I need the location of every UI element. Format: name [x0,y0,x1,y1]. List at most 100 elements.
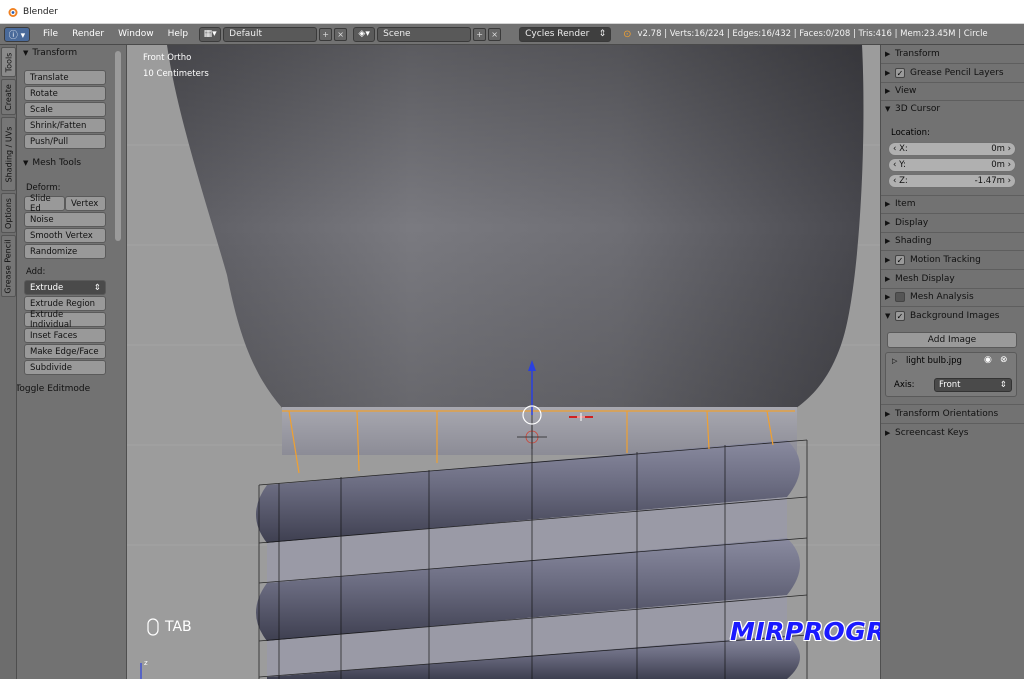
remove-scene-button[interactable]: × [488,27,502,41]
panel-shading[interactable]: ▶ Shading [885,232,1019,250]
eye-icon[interactable]: ◉ [984,355,992,365]
triangle-right-icon: ▶ [885,50,891,58]
checkbox-checked-icon[interactable]: ✓ [895,68,905,78]
viewport-scene [127,45,880,679]
blender-small-icon: ⊙ [623,28,632,40]
add-scene-button[interactable]: + [473,27,487,41]
panel-mesh-tools-header[interactable]: ▼ Mesh Tools [23,158,81,168]
push-pull-button[interactable]: Push/Pull [24,134,106,149]
panel-3d-cursor[interactable]: ▼ 3D Cursor [885,100,1019,118]
translate-button[interactable]: Translate [24,70,106,85]
panel-background-images[interactable]: ▼ ✓ Background Images [885,307,1019,325]
checkbox-checked-icon[interactable]: ✓ [895,311,905,321]
scene-icon: ◈▾ [358,29,370,39]
tool-shelf: ▼ Transform Translate Rotate Scale Shrin… [17,45,127,679]
triangle-right-icon: ▶ [885,87,891,95]
axis-select[interactable]: Front ⇕ [934,378,1012,392]
add-layout-button[interactable]: + [319,27,333,41]
background-image-entry: ▷ light bulb.jpg ◉ ⊗ Axis: Front ⇕ [885,352,1017,397]
inset-faces-button[interactable]: Inset Faces [24,328,106,343]
axis-label: Axis: [894,380,915,390]
y-value: 0m › [991,160,1011,170]
info-icon: ⓘ ▾ [8,30,26,41]
3d-viewport[interactable]: Front Ortho 10 Centimeters TAB z MIRPROG… [127,45,880,679]
toolshelf-tabs: Tools Create Shading / UVs Options Greas… [0,45,17,679]
panel-display[interactable]: ▶ Display [885,214,1019,232]
panel-item[interactable]: ▶ Item [885,195,1019,213]
tab-grease-pencil[interactable]: Grease Pencil [1,235,16,297]
triangle-down-icon: ▼ [885,312,891,320]
menu-render[interactable]: Render [65,29,111,39]
close-icon[interactable]: ⊗ [1000,355,1008,365]
svg-text:z: z [144,659,148,667]
cursor-x-field[interactable]: ‹ X: 0m › [888,142,1016,156]
mouse-icon [147,618,159,636]
chevron-updown-icon: ⇕ [598,29,607,39]
x-label: ‹ X: [893,144,908,154]
triangle-right-icon[interactable]: ▷ [892,357,897,365]
panel-mesh-analysis[interactable]: ▶ Mesh Analysis [885,288,1019,306]
menu-help[interactable]: Help [161,29,196,39]
watermark: MIRPROGRAMM.RU [730,617,880,646]
menu-window[interactable]: Window [111,29,161,39]
editor-type-button[interactable]: ⓘ ▾ [4,26,30,42]
panel-transform-header[interactable]: ▼ Transform [23,48,77,58]
checkbox-checked-icon[interactable]: ✓ [895,255,905,265]
tab-tools[interactable]: Tools [1,47,16,77]
toolshelf-scrollbar[interactable] [115,51,121,241]
scene-name: Scene [383,29,411,39]
rotate-button[interactable]: Rotate [24,86,106,101]
panel-motion-tracking[interactable]: ▶ ✓ Motion Tracking [885,251,1019,269]
tab-create[interactable]: Create [1,79,16,115]
render-engine-select[interactable]: Cycles Render ⇕ [519,26,612,42]
deform-label: Deform: [26,183,61,193]
checkbox-unchecked-icon[interactable] [895,292,905,302]
triangle-right-icon: ▶ [885,429,891,437]
panel-transform-orientations[interactable]: ▶ Transform Orientations [885,405,1019,423]
shrink-fatten-button[interactable]: Shrink/Fatten [24,118,106,133]
properties-region: ▶ Transform ▶ ✓ Grease Pencil Layers ▶ V… [880,45,1024,679]
tab-options[interactable]: Options [1,193,16,233]
randomize-button[interactable]: Randomize [24,244,106,259]
triangle-right-icon: ▶ [885,275,891,283]
menu-file[interactable]: File [36,29,65,39]
slide-edge-button[interactable]: Slide Ed [24,194,65,214]
view-name-label: Front Ortho [143,53,192,63]
panel-toggle-editmode-header[interactable]: ▼ Toggle Editmode [17,384,90,394]
layout-menu-button[interactable]: ▦▾ [199,26,222,42]
scene-menu-button[interactable]: ◈▾ [353,26,376,42]
triangle-down-icon: ▼ [23,159,29,167]
scene-field[interactable]: Scene [377,26,472,42]
info-header: ⓘ ▾ File Render Window Help ▦▾ Default +… [0,24,1024,45]
tab-shading-uvs[interactable]: Shading / UVs [1,117,16,191]
triangle-right-icon: ▶ [885,219,891,227]
triangle-right-icon: ▶ [885,237,891,245]
subdivide-button[interactable]: Subdivide [24,360,106,375]
chevron-updown-icon: ⇕ [93,282,101,293]
cursor-z-field[interactable]: ‹ Z: -1.47m › [888,174,1016,188]
panel-screencast-keys[interactable]: ▶ Screencast Keys [885,424,1019,442]
window-title: Blender [23,6,58,17]
panel-view[interactable]: ▶ View [885,82,1019,100]
layout-field[interactable]: Default [223,26,318,42]
scale-button[interactable]: Scale [24,102,106,117]
title-bar: Blender [0,0,1024,24]
panel-grease-pencil-layers[interactable]: ▶ ✓ Grease Pencil Layers [885,64,1019,82]
layout-icon: ▦▾ [203,29,217,39]
blender-logo-icon [8,7,18,17]
extrude-individual-button[interactable]: Extrude Individual [24,310,106,330]
location-label: Location: [891,128,930,138]
scene-stats: v2.78 | Verts:16/224 | Edges:16/432 | Fa… [637,29,988,39]
extrude-select[interactable]: Extrude ⇕ [24,280,106,295]
remove-layout-button[interactable]: × [334,27,348,41]
render-engine-name: Cycles Render [525,29,590,39]
smooth-vertex-button[interactable]: Smooth Vertex [24,228,106,243]
add-image-button[interactable]: Add Image [887,332,1017,348]
slide-vertex-button[interactable]: Vertex [65,196,106,211]
panel-mesh-display[interactable]: ▶ Mesh Display [885,270,1019,288]
make-edge-face-button[interactable]: Make Edge/Face [24,344,106,359]
noise-button[interactable]: Noise [24,212,106,227]
panel-transform[interactable]: ▶ Transform [885,45,1019,63]
cursor-y-field[interactable]: ‹ Y: 0m › [888,158,1016,172]
triangle-right-icon: ▶ [885,293,891,301]
